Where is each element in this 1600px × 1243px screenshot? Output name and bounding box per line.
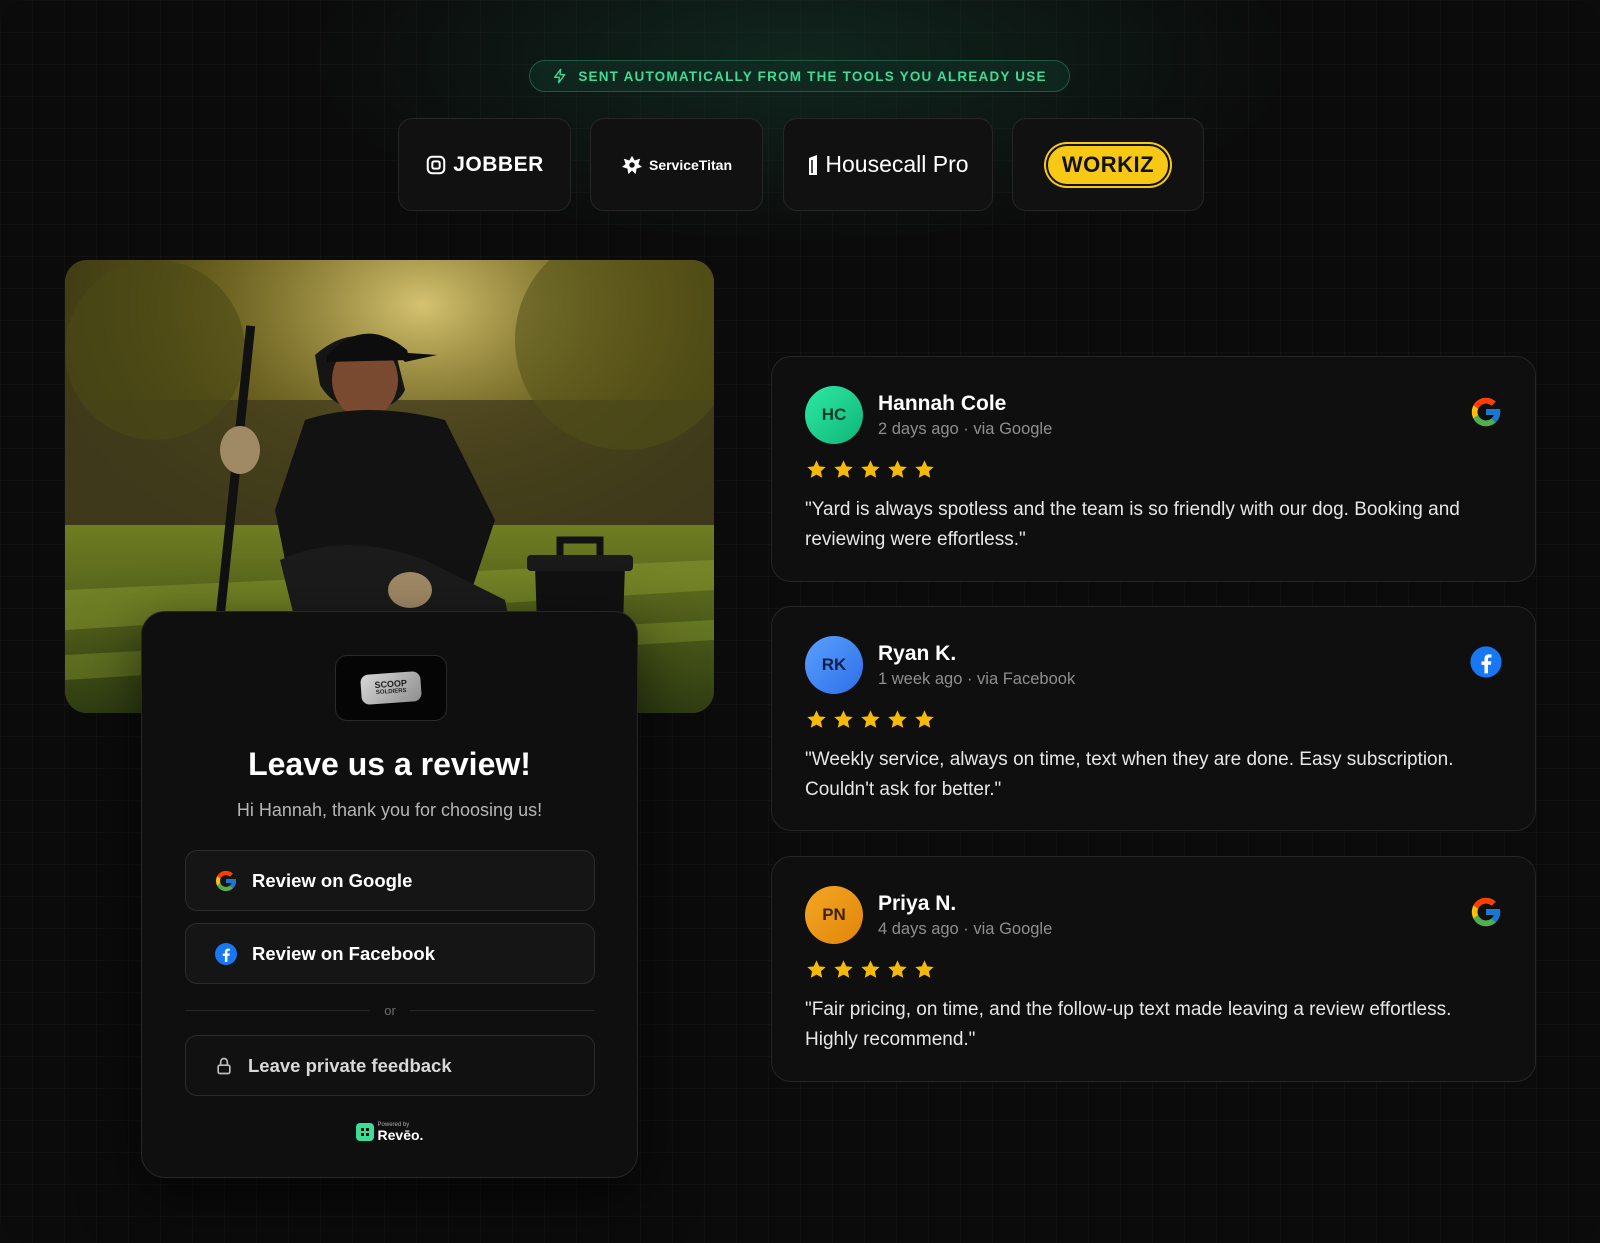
review-card: PN Priya N. 4 days ago · via Google "Fai… xyxy=(771,856,1536,1082)
facebook-icon xyxy=(215,942,237,965)
reviewer-name: Hannah Cole xyxy=(878,392,1007,415)
star-icon xyxy=(861,960,880,978)
star-icon xyxy=(888,460,907,478)
google-icon xyxy=(216,870,236,891)
integration-name: ServiceTitan xyxy=(648,156,732,173)
button-label: Review on Google xyxy=(252,869,413,891)
star-icon xyxy=(807,460,826,478)
star-icon xyxy=(888,960,907,978)
divider-text: or xyxy=(384,1002,396,1018)
jobber-logo-icon xyxy=(426,155,446,174)
leave-private-feedback-button[interactable]: Leave private feedback xyxy=(185,1035,595,1096)
reveo-logo-icon xyxy=(355,1123,374,1141)
review-card: HC Hannah Cole 2 days ago · via Google "… xyxy=(771,356,1536,582)
business-logo: SCOOP SOLDIERS xyxy=(360,670,422,706)
request-subtitle: Hi Hannah, thank you for choosing us! xyxy=(236,800,543,820)
integration-housecall-pro: Housecall Pro xyxy=(783,118,993,211)
star-icon xyxy=(861,460,880,478)
review-text: "Fair pricing, on time, and the follow-u… xyxy=(805,999,1452,1050)
button-label: Leave private feedback xyxy=(248,1054,452,1076)
or-divider: or xyxy=(185,1000,595,1020)
review-request-card: SCOOP SOLDIERS Leave us a review! Hi Han… xyxy=(141,611,638,1178)
integration-name: JOBBER xyxy=(453,152,544,176)
star-rating xyxy=(805,458,936,481)
integration-jobber: JOBBER xyxy=(398,118,571,211)
star-icon xyxy=(834,710,853,728)
review-on-google-button[interactable]: Review on Google xyxy=(185,850,595,911)
star-rating xyxy=(805,958,936,981)
review-card: RK Ryan K. 1 week ago · via Facebook "We… xyxy=(771,606,1536,831)
integration-workiz: WORKIZ xyxy=(1012,118,1204,211)
avatar: PN xyxy=(805,886,863,944)
badge-text: SENT AUTOMATICALLY FROM THE TOOLS YOU AL… xyxy=(578,68,1047,84)
divider-line xyxy=(409,1009,595,1011)
page-canvas: SENT AUTOMATICALLY FROM THE TOOLS YOU AL… xyxy=(0,0,1600,1243)
star-rating xyxy=(805,708,936,731)
star-icon xyxy=(807,710,826,728)
reviewer-name: Ryan K. xyxy=(878,642,957,665)
google-icon xyxy=(1471,397,1501,427)
integration-servicetitan: ServiceTitan xyxy=(590,118,763,211)
servicetitan-logo-icon xyxy=(621,155,642,174)
business-logo-tile: SCOOP SOLDIERS xyxy=(335,655,447,721)
star-icon xyxy=(915,460,934,478)
reviewer-name: Priya N. xyxy=(878,892,957,915)
star-icon xyxy=(915,710,934,728)
review-text: "Yard is always spotless and the team is… xyxy=(805,499,1460,550)
review-text: "Weekly service, always on time, text wh… xyxy=(805,749,1454,800)
powered-by-brand: Revēo. xyxy=(377,1127,424,1143)
divider-line xyxy=(185,1009,371,1011)
integration-name: WORKIZ xyxy=(1045,143,1171,186)
avatar: HC xyxy=(805,386,863,444)
review-on-facebook-button[interactable]: Review on Facebook xyxy=(185,923,595,984)
star-icon xyxy=(915,960,934,978)
star-icon xyxy=(888,710,907,728)
housecall-logo-icon xyxy=(809,154,818,175)
review-meta: 4 days ago · via Google xyxy=(878,920,1053,938)
lock-icon xyxy=(217,1057,231,1074)
auto-send-badge: SENT AUTOMATICALLY FROM THE TOOLS YOU AL… xyxy=(529,60,1070,92)
facebook-icon xyxy=(1470,646,1502,678)
star-icon xyxy=(834,960,853,978)
lightning-icon xyxy=(554,68,566,84)
star-icon xyxy=(807,960,826,978)
powered-by-revo: Powered by Revēo. xyxy=(142,1122,637,1142)
integration-name: Housecall Pro xyxy=(825,151,969,177)
review-meta: 1 week ago · via Facebook xyxy=(878,670,1076,688)
button-label: Review on Facebook xyxy=(252,942,435,964)
google-icon xyxy=(1471,897,1501,927)
avatar: RK xyxy=(805,636,863,694)
star-icon xyxy=(861,710,880,728)
request-title: Leave us a review! xyxy=(248,746,531,782)
star-icon xyxy=(834,460,853,478)
review-meta: 2 days ago · via Google xyxy=(878,420,1053,438)
